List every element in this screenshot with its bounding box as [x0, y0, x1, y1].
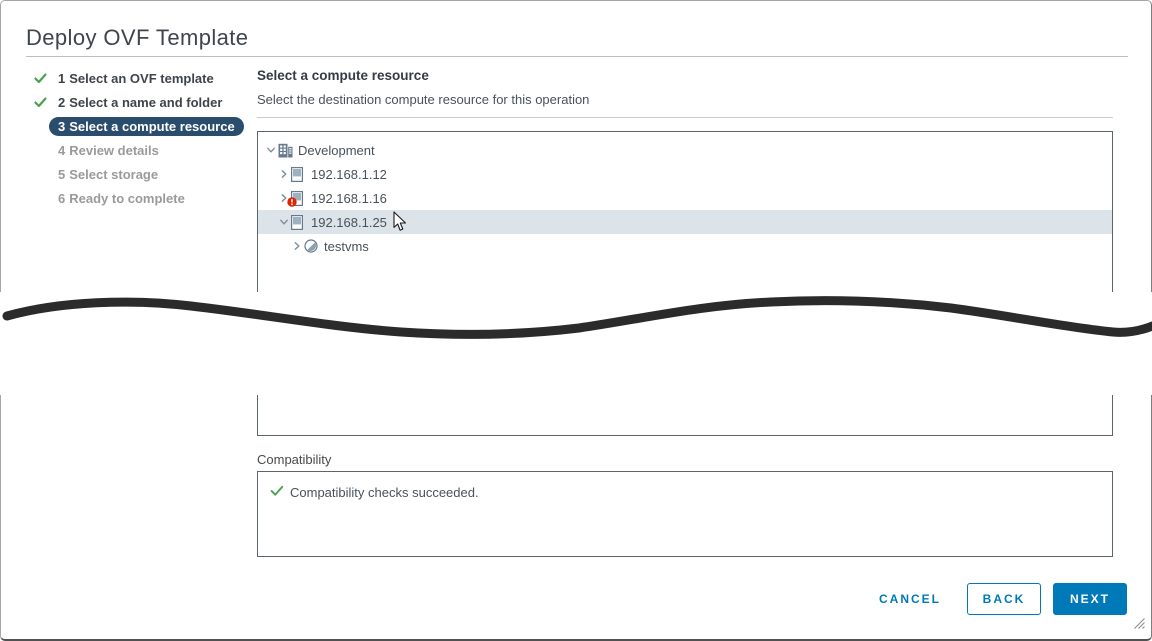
wizard-step-ready-to-complete: 6 Ready to complete — [34, 186, 249, 210]
compatibility-panel: Compatibility checks succeeded. — [257, 471, 1113, 557]
resource-pool-icon — [304, 239, 321, 253]
compatibility-label: Compatibility — [257, 452, 331, 467]
active-step-pill: 3 Select a compute resource — [49, 117, 244, 136]
step-number: 1 — [58, 71, 65, 86]
host-icon — [291, 191, 308, 206]
chevron-right-icon[interactable] — [277, 169, 291, 179]
tree-row-host-192-168-1-12[interactable]: 192.168.1.12 — [258, 162, 1112, 186]
wizard-step-select-storage: 5 Select storage — [34, 162, 249, 186]
tree-node-label: Development — [298, 143, 375, 158]
step-number: 6 — [58, 191, 65, 206]
step-label: Select a compute resource — [69, 119, 234, 134]
content-heading: Select a compute resource — [257, 68, 429, 83]
datacenter-icon — [278, 143, 295, 158]
check-icon — [34, 97, 49, 108]
step-number: 5 — [58, 167, 65, 182]
tree-node-label: 192.168.1.16 — [311, 191, 387, 206]
tree-row-resource-pool-testvms[interactable]: testvms — [258, 234, 1112, 258]
check-icon — [270, 485, 284, 500]
host-icon — [291, 167, 308, 182]
wizard-step-select-compute-resource[interactable]: 3 Select a compute resource — [34, 114, 249, 138]
tree-node-label: 192.168.1.12 — [311, 167, 387, 182]
check-icon — [34, 73, 49, 84]
compute-resource-tree: Development 192.168.1.12 — [258, 132, 1112, 258]
content-divider — [257, 117, 1113, 118]
host-icon — [291, 215, 308, 230]
screenshot-cut-squiggle — [1, 289, 1152, 349]
step-label: Review details — [69, 143, 159, 158]
tree-row-development[interactable]: Development — [258, 138, 1112, 162]
chevron-down-icon[interactable] — [264, 145, 278, 155]
back-button[interactable]: BACK — [967, 583, 1041, 615]
step-number: 2 — [58, 95, 65, 110]
tree-row-host-192-168-1-25[interactable]: 192.168.1.25 — [258, 210, 1112, 234]
wizard-step-select-ovf-template[interactable]: 1 Select an OVF template — [34, 66, 249, 90]
tree-node-label: 192.168.1.25 — [311, 215, 387, 230]
chevron-right-icon[interactable] — [290, 241, 304, 251]
step-label: Select storage — [69, 167, 158, 182]
compatibility-message: Compatibility checks succeeded. — [290, 485, 479, 500]
wizard-step-select-name-folder[interactable]: 2 Select a name and folder — [34, 90, 249, 114]
cursor-arrow-icon — [393, 211, 409, 238]
wizard-footer: CANCEL BACK NEXT — [865, 583, 1127, 615]
step-label: Ready to complete — [69, 191, 185, 206]
wizard-step-list: 1 Select an OVF template 2 Select a name a… — [34, 66, 249, 210]
next-button[interactable]: NEXT — [1053, 583, 1127, 615]
tree-row-host-192-168-1-16[interactable]: 192.168.1.16 — [258, 186, 1112, 210]
wizard-step-review-details: 4 Review details — [34, 138, 249, 162]
error-badge-icon — [287, 195, 297, 210]
tree-node-label: testvms — [324, 239, 369, 254]
content-subheading: Select the destination compute resource … — [257, 92, 589, 107]
page-title: Deploy OVF Template — [26, 25, 248, 51]
title-divider — [26, 56, 1128, 57]
chevron-down-icon[interactable] — [277, 217, 291, 227]
step-number: 4 — [58, 143, 65, 158]
step-number: 3 — [58, 119, 65, 134]
step-label: Select an OVF template — [69, 71, 214, 86]
resize-grip-icon[interactable] — [1134, 616, 1145, 634]
deploy-ovf-template-dialog: Deploy OVF Template 1 Select an OVF templ… — [0, 0, 1152, 641]
step-label: Select a name and folder — [69, 95, 222, 110]
cancel-button[interactable]: CANCEL — [865, 583, 955, 615]
